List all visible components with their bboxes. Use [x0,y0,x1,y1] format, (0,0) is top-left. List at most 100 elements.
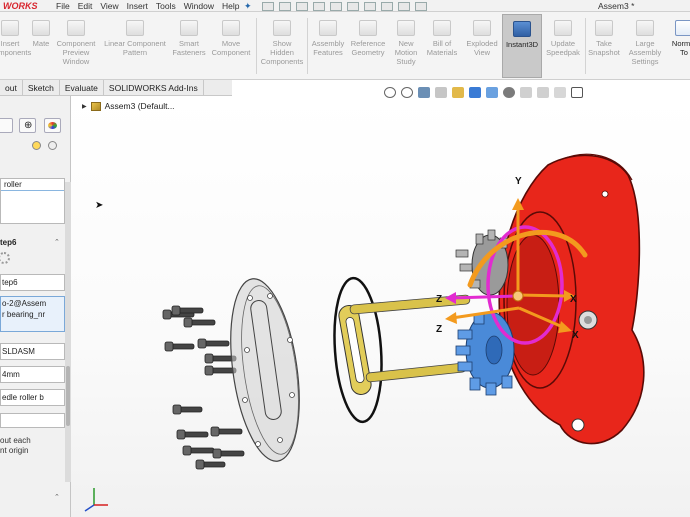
edit-appearance-icon[interactable] [520,86,532,98]
command-tabs: out Sketch Evaluate SOLIDWORKS Add-Ins [0,80,232,96]
menu-help[interactable]: Help [218,0,243,12]
dynamic-annotation-icon[interactable] [452,86,464,98]
title-bar: WORKS File Edit View Insert Tools Window… [0,0,690,12]
collapse-icon[interactable]: ⌃ [54,494,62,502]
configuration-tab-icon[interactable]: ⊕ [19,118,36,133]
linear-pattern-button[interactable]: Linear Component Pattern [100,14,170,78]
zoom-area-icon[interactable] [401,86,413,98]
display-icon[interactable] [571,86,583,98]
ribbon-separator [256,18,257,74]
display-style-icon[interactable] [486,86,498,98]
selected-components-box[interactable]: o-2@Assem r bearing_nr [0,296,65,332]
menu-insert[interactable]: Insert [123,0,152,12]
assembly-features-icon [319,20,337,36]
menu-view[interactable]: View [96,0,122,12]
insert-components-icon [1,20,19,36]
option-text: out each [0,436,31,445]
appearance-tab-icon[interactable] [44,118,61,133]
assembly-icon [90,101,101,111]
print-icon[interactable] [330,1,342,11]
help-icon[interactable] [32,141,41,150]
graphics-area[interactable] [71,96,690,517]
scrollbar[interactable] [65,182,71,482]
large-assembly-icon [636,20,654,36]
large-assembly-settings-button[interactable]: Large Assembly Settings [623,14,667,78]
instant3d-button[interactable]: Instant3D [502,14,542,78]
tab-addins[interactable]: SOLIDWORKS Add-Ins [104,80,204,95]
smart-fasteners-button[interactable]: Smart Fasteners [172,14,206,78]
apply-scene-icon[interactable] [537,86,549,98]
open-icon[interactable] [296,1,308,11]
menu-edit[interactable]: Edit [74,0,97,12]
assembly-features-button[interactable]: Assembly Features [309,14,347,78]
save-icon[interactable] [313,1,325,11]
insert-components-button[interactable]: Insert Components [0,14,31,78]
options-gear-icon[interactable] [415,1,427,11]
quick-access-toolbar [262,0,427,12]
new-motion-study-button[interactable]: New Motion Study [390,14,422,78]
update-speedpak-button[interactable]: Update Speedpak [544,14,582,78]
view-settings-icon[interactable] [554,86,566,98]
component-preview-button[interactable]: Component Preview Window [54,14,98,78]
component-field[interactable]: edle roller b [0,389,65,406]
mate-button[interactable]: Mate [28,14,54,78]
normal-to-button[interactable]: Normal To [666,14,690,78]
menu-file[interactable]: File [52,0,74,12]
menu-window[interactable]: Window [180,0,218,12]
distance-field[interactable]: 4mm [0,366,65,383]
bill-of-materials-button[interactable]: Bill of Materials [422,14,462,78]
home-icon[interactable] [262,1,274,11]
section-title: tep6 [0,238,17,247]
section-view-icon[interactable] [435,86,447,98]
menu-tools[interactable]: Tools [152,0,180,12]
exploded-view-icon [473,20,491,36]
take-snapshot-button[interactable]: Take Snapshot [587,14,621,78]
settings-gear-icon [0,252,10,264]
list-item[interactable]: r bearing_nr [1,310,64,319]
option-text: nt origin [0,446,29,455]
list-item[interactable]: o-2@Assem [1,297,64,310]
previous-view-icon[interactable] [418,86,430,98]
search-icon[interactable] [384,86,396,98]
menu-bar: File Edit View Insert Tools Window Help [52,0,243,12]
view-orientation-icon[interactable] [469,86,481,98]
components-list-box[interactable]: roller [0,178,65,224]
heads-up-view-toolbar [384,84,583,100]
feature-tree-flyout[interactable]: ▶ Assem3 (Default... [82,101,175,111]
feature-manager-tab[interactable] [0,118,13,133]
instant3d-icon [513,21,531,37]
scrollbar-thumb[interactable] [66,366,70,426]
detailed-preview-icon[interactable] [48,141,57,150]
move-component-button[interactable]: Move Component [208,14,254,78]
new-document-icon[interactable] [279,1,291,11]
rotation-field[interactable] [0,413,65,428]
file-field[interactable]: SLDASM [0,343,65,360]
app-logo: WORKS [3,1,38,11]
linear-pattern-icon [126,20,144,36]
file-properties-icon[interactable] [398,1,410,11]
undo-icon[interactable] [347,1,359,11]
reference-geometry-button[interactable]: Reference Geometry [347,14,389,78]
list-item[interactable]: roller [1,179,64,191]
exploded-view-button[interactable]: Exploded View [463,14,501,78]
tab-evaluate[interactable]: Evaluate [60,80,104,95]
mate-icon [32,20,50,36]
tree-root-label: Assem3 (Default... [104,101,175,111]
step-name-field[interactable]: tep6 [0,274,65,291]
expand-arrow-icon[interactable]: ▶ [82,103,87,110]
rebuild-icon[interactable] [381,1,393,11]
tab-sketch[interactable]: Sketch [23,80,60,95]
camera-icon [595,20,613,36]
hide-show-icon[interactable] [503,86,515,98]
select-icon[interactable] [364,1,376,11]
motion-study-icon [397,20,415,36]
show-hidden-button[interactable]: Show Hidden Components [258,14,306,78]
document-title: Assem3 * [598,1,635,11]
pin-icon[interactable]: ✦ [244,0,252,12]
collapse-icon[interactable]: ⌃ [54,239,62,247]
speedpak-icon [554,20,572,36]
property-manager: ⊕ roller tep6 ⌃ tep6 o-2@Assem r bearing… [0,96,71,517]
tab-layout[interactable]: out [0,80,23,95]
smart-fasteners-icon [180,20,198,36]
reference-geometry-icon [359,20,377,36]
